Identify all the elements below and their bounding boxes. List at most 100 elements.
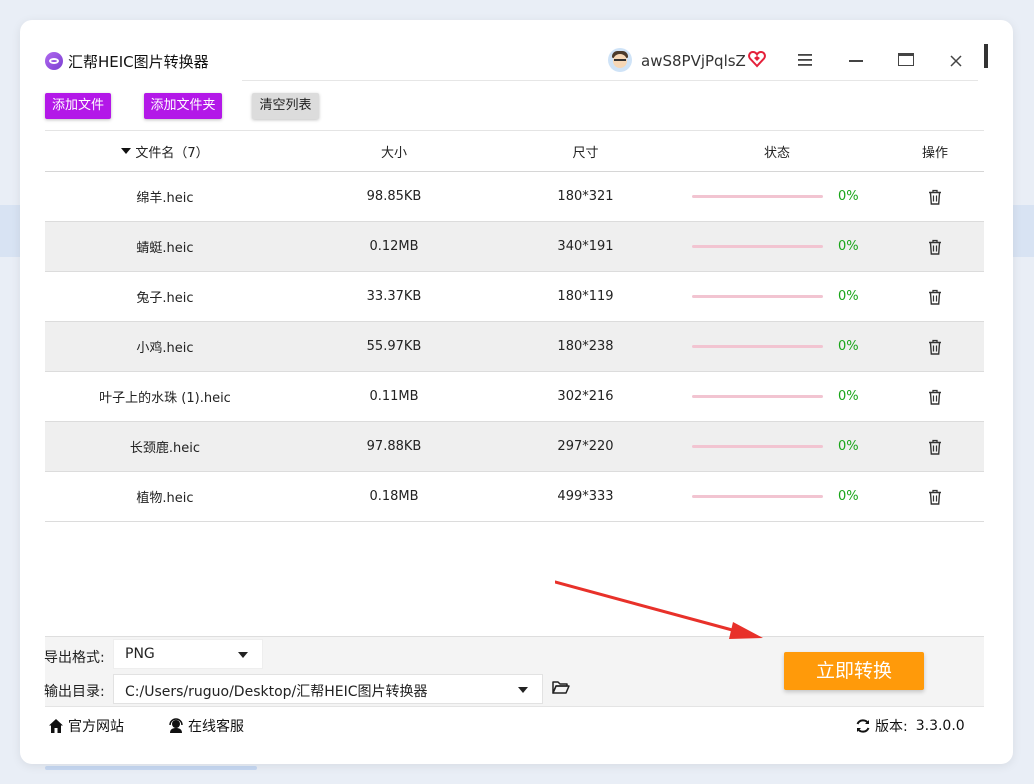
online-support-link[interactable]: 在线客服 [168,716,244,736]
dropdown-caret-icon [238,652,248,658]
app-window: 汇帮HEIC图片转换器 awS8PVjPqlsZ 添加文件 添加文件夹 清空列表… [20,20,1013,764]
file-size: 33.37KB [366,289,422,304]
maximize-icon[interactable] [898,53,914,66]
trash-icon[interactable] [928,339,942,355]
format-select[interactable]: PNG [113,639,263,669]
row-actions [886,472,984,521]
app-logo-icon [45,52,63,70]
background-scrollbar [45,766,257,770]
version-label: 版本: [875,719,908,735]
online-support-label: 在线客服 [188,719,244,735]
official-website-label: 官方网站 [68,719,124,735]
table-header: 文件名（7） 大小 尺寸 状态 操作 [45,130,984,172]
format-value: PNG [125,646,155,662]
progress-percent: 0% [838,239,859,254]
file-name: 植物.heic [136,491,194,506]
folder-open-icon[interactable] [552,680,570,695]
format-label: 导出格式: [44,650,105,666]
file-name: 蜻蜓.heic [136,241,194,256]
window-edge-mark [984,44,988,68]
file-table: 文件名（7） 大小 尺寸 状态 操作 绵羊.heic 98.85KB 180*321… [45,130,984,522]
trash-icon[interactable] [928,239,942,255]
file-status: 0% [668,372,886,421]
row-actions [886,172,984,221]
trash-icon[interactable] [928,189,942,205]
file-name: 小鸡.heic [136,341,194,356]
home-icon [49,719,63,733]
file-size: 0.11MB [369,389,419,404]
file-size: 98.85KB [366,189,422,204]
table-row[interactable]: 植物.heic 0.18MB 499*333 0% [45,472,984,522]
progress-percent: 0% [838,389,859,404]
progress-percent: 0% [838,339,859,354]
minimize-icon[interactable] [849,60,863,62]
file-status: 0% [668,172,886,221]
file-dimensions: 180*119 [557,289,614,304]
output-dir-select[interactable]: C:/Users/ruguo/Desktop/汇帮HEIC图片转换器 [113,674,543,704]
progress-bar [692,395,823,398]
annotation-arrow [555,580,763,639]
output-dir-value: C:/Users/ruguo/Desktop/汇帮HEIC图片转换器 [125,684,428,700]
table-row[interactable]: 小鸡.heic 55.97KB 180*238 0% [45,322,984,372]
dropdown-caret-icon [518,687,528,693]
file-size: 97.88KB [366,439,422,454]
vip-heart-icon[interactable] [748,50,766,68]
progress-bar [692,495,823,498]
progress-percent: 0% [838,489,859,504]
progress-bar [692,445,823,448]
table-row[interactable]: 长颈鹿.heic 97.88KB 297*220 0% [45,422,984,472]
file-status: 0% [668,322,886,371]
table-row[interactable]: 叶子上的水珠 (1).heic 0.11MB 302*216 0% [45,372,984,422]
table-row[interactable]: 兔子.heic 33.37KB 180*119 0% [45,272,984,322]
output-label: 输出目录: [44,684,105,700]
file-size: 55.97KB [366,339,422,354]
header-name[interactable]: 文件名（7） [45,131,285,171]
trash-icon[interactable] [928,489,942,505]
file-dimensions: 340*191 [557,239,614,254]
file-dimensions: 499*333 [557,489,614,504]
file-dimensions: 180*321 [557,189,614,204]
progress-percent: 0% [838,189,859,204]
table-row[interactable]: 绵羊.heic 98.85KB 180*321 0% [45,172,984,222]
progress-percent: 0% [838,289,859,304]
header-dimensions: 尺寸 [572,145,599,161]
menu-icon[interactable] [798,54,812,66]
file-status: 0% [668,222,886,271]
version-number: 3.3.0.0 [915,718,965,734]
convert-now-button[interactable]: 立即转换 [784,652,924,690]
header-size: 大小 [380,145,407,161]
trash-icon[interactable] [928,439,942,455]
clear-list-button[interactable]: 清空列表 [252,93,319,119]
avatar-icon[interactable] [608,48,632,72]
username[interactable]: awS8PVjPqlsZ [641,52,746,70]
header-actions: 操作 [921,145,948,161]
file-size: 0.12MB [369,239,419,254]
progress-bar [692,195,823,198]
sort-caret-icon[interactable] [121,148,132,154]
close-icon[interactable] [949,54,963,68]
title-divider [242,80,978,81]
file-name: 长颈鹿.heic [129,441,201,456]
table-row[interactable]: 蜻蜓.heic 0.12MB 340*191 0% [45,222,984,272]
file-size: 0.18MB [369,489,419,504]
header-status: 状态 [763,145,790,161]
row-actions [886,272,984,321]
add-file-button[interactable]: 添加文件 [45,93,111,119]
table-body: 绵羊.heic 98.85KB 180*321 0% 蜻蜓.heic 0.12MB 340*… [45,172,984,522]
headset-icon [169,718,183,733]
official-website-link[interactable]: 官方网站 [48,716,124,736]
row-actions [886,322,984,371]
progress-bar [692,245,823,248]
add-folder-button[interactable]: 添加文件夹 [144,93,222,119]
trash-icon[interactable] [928,389,942,405]
file-name: 绵羊.heic [136,191,194,206]
file-dimensions: 180*238 [557,339,614,354]
file-status: 0% [668,472,886,521]
file-status: 0% [668,272,886,321]
file-name: 兔子.heic [136,291,194,306]
trash-icon[interactable] [928,289,942,305]
row-actions [886,372,984,421]
version-info: 版本: 3.3.0.0 [855,716,965,736]
refresh-icon[interactable] [855,718,871,734]
progress-bar [692,345,823,348]
